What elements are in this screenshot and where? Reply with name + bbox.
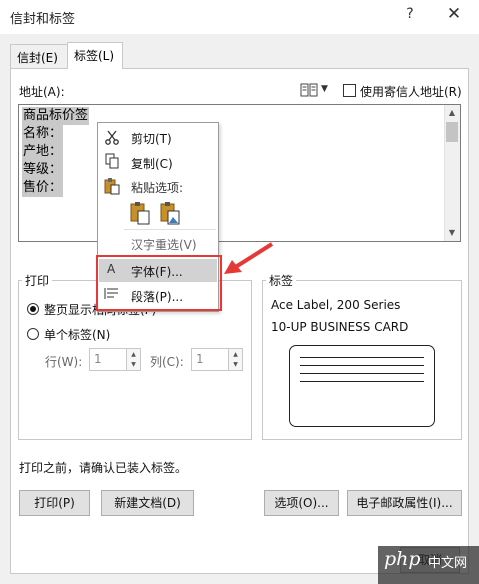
spin-down-icon[interactable]: ▼ — [228, 359, 242, 370]
single-label-radio[interactable] — [27, 328, 39, 340]
paste-icon — [104, 178, 120, 195]
highlight-box — [96, 255, 222, 311]
preview-line — [300, 381, 424, 382]
use-return-address-checkbox[interactable] — [343, 84, 356, 97]
single-label-label: 单个标签(N) — [44, 328, 111, 342]
watermark-text: 中文网 — [428, 556, 468, 571]
menu-reconvert[interactable]: 汉字重选(V) — [131, 236, 197, 253]
preview-line — [300, 365, 424, 366]
menu-separator — [124, 229, 216, 230]
address-line: 售价： — [22, 179, 64, 197]
scroll-up-arrow-icon[interactable]: ▲ — [444, 105, 460, 121]
label-product-type: 10-UP BUSINESS CARD — [271, 320, 409, 334]
print-group-title: 打印 — [22, 272, 53, 289]
annotation-arrow-icon — [224, 242, 274, 274]
address-line: 名称： — [22, 125, 64, 143]
window-title: 信封和标签 — [10, 12, 76, 27]
watermark-logo: php — [384, 548, 421, 570]
column-label: 列(C): — [150, 355, 184, 369]
address-label: 地址(A): — [19, 85, 65, 99]
use-return-address-label: 使用寄信人地址(R) — [360, 85, 462, 99]
preview-line — [300, 357, 424, 358]
spin-down-icon[interactable]: ▼ — [126, 359, 140, 370]
address-line: 产地： — [22, 143, 64, 161]
scroll-down-arrow-icon[interactable]: ▼ — [444, 225, 460, 241]
help-button[interactable]: ? — [402, 6, 418, 22]
scroll-thumb[interactable] — [446, 122, 458, 142]
address-book-dropdown-icon[interactable]: ▼ — [321, 84, 328, 94]
print-button[interactable]: 打印(P) — [19, 490, 90, 516]
row-label: 行(W): — [45, 355, 83, 369]
label-product-line: Ace Label, 200 Series — [271, 298, 401, 312]
epostage-properties-button[interactable]: 电子邮政属性(I)... — [347, 490, 462, 516]
row-spinner[interactable]: 1 ▲ ▼ — [89, 348, 141, 371]
scissors-icon — [105, 130, 119, 145]
menu-copy[interactable]: 复制(C) — [131, 155, 173, 172]
footer-note: 打印之前，请确认已装入标签。 — [19, 461, 188, 475]
label-preview — [289, 345, 435, 427]
new-document-button[interactable]: 新建文档(D) — [101, 490, 194, 516]
tab-labels[interactable]: 标签(L) — [67, 42, 123, 69]
copy-icon — [105, 153, 119, 169]
address-book-icon[interactable] — [300, 83, 318, 97]
options-button[interactable]: 选项(O)... — [264, 490, 339, 516]
paste-keep-source-icon[interactable] — [129, 201, 151, 225]
tab-envelopes[interactable]: 信封(E) — [10, 44, 68, 68]
column-spinner[interactable]: 1 ▲ ▼ — [191, 348, 243, 371]
close-button[interactable]: ✕ — [445, 4, 463, 24]
full-page-radio[interactable] — [27, 303, 39, 315]
menu-paste-options-header: 粘贴选项: — [131, 181, 184, 195]
address-line: 等级： — [22, 161, 64, 179]
address-line: 商品标价签 — [22, 107, 90, 125]
preview-line — [300, 373, 424, 374]
paste-picture-icon[interactable] — [159, 201, 181, 225]
menu-cut[interactable]: 剪切(T) — [131, 130, 172, 147]
